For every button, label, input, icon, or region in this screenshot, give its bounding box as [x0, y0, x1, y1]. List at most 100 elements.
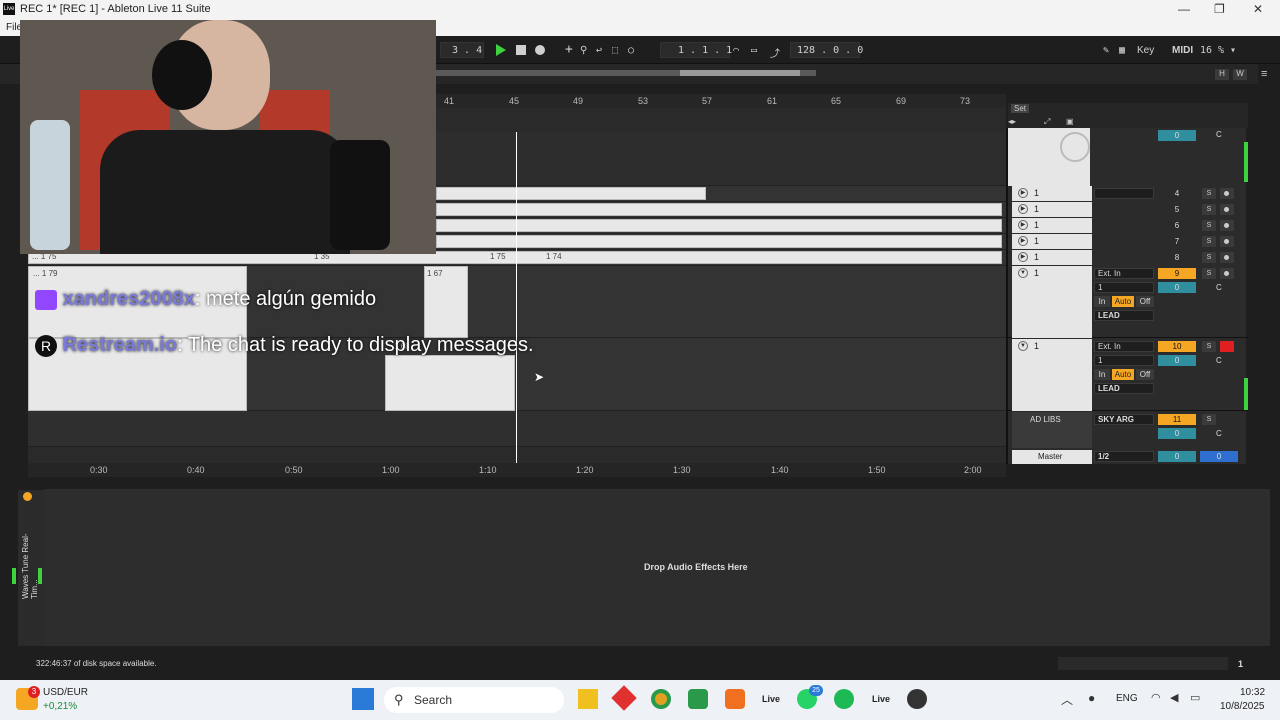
volume-value[interactable]: 0	[1158, 428, 1196, 439]
track-lane-adlibs[interactable]	[28, 411, 1006, 447]
maximize-icon[interactable]: ❐	[1214, 2, 1225, 16]
solo-button[interactable]: S	[1202, 268, 1216, 279]
volume-value[interactable]: 0	[1158, 282, 1196, 293]
track-number[interactable]: 5	[1158, 204, 1196, 215]
arm-button[interactable]	[1220, 204, 1234, 215]
input-selector[interactable]	[1094, 188, 1154, 199]
track-fold-icon[interactable]: ▼	[1018, 268, 1028, 278]
midi-map-button[interactable]: MIDI	[1172, 45, 1193, 56]
track-number[interactable]: 9	[1158, 268, 1196, 279]
search-box[interactable]: ⚲ Search	[384, 687, 564, 713]
track-name[interactable]: AD LIBS	[1012, 412, 1092, 448]
track-name[interactable]: ▶ 1	[1012, 234, 1092, 249]
track-name[interactable]: Master	[1012, 450, 1092, 464]
set-button[interactable]: Set	[1011, 104, 1030, 113]
time-ruler[interactable]: 0:30 0:40 0:50 1:00 1:10 1:20 1:30 1:40 …	[28, 463, 1006, 477]
input-channel-select[interactable]: 1	[1094, 282, 1154, 293]
monitor-auto-button[interactable]: Auto	[1112, 369, 1134, 380]
audio-clip[interactable]: 1 67	[424, 266, 468, 338]
cpu-dropdown-icon[interactable]: ▾	[1230, 45, 1236, 56]
arm-button[interactable]	[1220, 188, 1234, 199]
language-indicator[interactable]: ENG	[1116, 693, 1138, 704]
recording-clip[interactable]: 1 68	[385, 342, 515, 411]
arm-button-active[interactable]	[1220, 341, 1234, 352]
overview-visible-region[interactable]	[680, 70, 800, 76]
track-number[interactable]: 10	[1158, 341, 1196, 352]
app-icon[interactable]	[611, 685, 637, 711]
track-number[interactable]: 11	[1158, 414, 1196, 425]
cue-volume-value[interactable]: 0	[1200, 451, 1238, 462]
volume-value[interactable]: 0	[1158, 130, 1196, 141]
punch-in-icon[interactable]: ▭	[751, 45, 757, 56]
track-header-adlibs[interactable]: AD LIBS SKY ARG 11 S 0 C	[1008, 412, 1248, 448]
clip[interactable]	[436, 187, 706, 200]
volume-icon[interactable]: ◀	[1170, 691, 1178, 704]
input-type-select[interactable]: Ext. In	[1094, 268, 1154, 279]
search-placeholder[interactable]: Search	[414, 693, 452, 707]
playhead[interactable]	[516, 132, 517, 464]
group-track-header[interactable]	[1008, 128, 1090, 186]
scroll-left-icon[interactable]: ◂▸	[1008, 117, 1016, 126]
track-name[interactable]: ▼ 1	[1012, 339, 1092, 411]
monitor-in-button[interactable]: In	[1094, 369, 1110, 380]
device-drop-area[interactable]: Drop Audio Effects Here	[44, 489, 1270, 646]
spotify-icon[interactable]	[834, 689, 854, 709]
output-select[interactable]: 1/2	[1094, 451, 1154, 462]
browser-menu-icon[interactable]: ≡	[1261, 68, 1267, 80]
solo-button[interactable]: S	[1202, 236, 1216, 247]
record-icon[interactable]	[535, 45, 545, 55]
follow-icon[interactable]: ⤴	[770, 45, 780, 60]
track-header-lead-1[interactable]: ▼ 1 Ext. In 1 9 S 0 C In Auto Off LEAD	[1008, 266, 1248, 338]
arm-button[interactable]	[1220, 220, 1234, 231]
clip[interactable]	[436, 235, 1002, 248]
app-icon[interactable]	[688, 689, 708, 709]
track-row[interactable]: ▶ 1 5 S	[1008, 202, 1248, 218]
microphone-icon[interactable]: ●	[1088, 691, 1095, 705]
track-header-lead-2[interactable]: ▼ 1 Ext. In 1 10 S 0 C In Auto Off LEAD	[1008, 339, 1248, 411]
track-number[interactable]: 8	[1158, 252, 1196, 263]
input-type-select[interactable]: Ext. In	[1094, 341, 1154, 352]
metronome-icon[interactable]: ○	[628, 45, 634, 56]
back-to-arrangement-icon[interactable]: ↩	[596, 45, 602, 56]
ableton-live-active-taskbar[interactable]: Live	[872, 694, 890, 704]
solo-button[interactable]: S	[1202, 341, 1216, 352]
draw-mode-icon[interactable]: ⌒	[733, 45, 739, 56]
track-header-master[interactable]: Master 1/2 0 0	[1008, 450, 1248, 464]
arrangement-position[interactable]: 1 . 1 . 1	[678, 45, 732, 56]
close-icon[interactable]: ✕	[1253, 2, 1263, 16]
track-fold-icon[interactable]: ▶	[1018, 220, 1028, 230]
pencil-icon[interactable]: ✎	[1103, 45, 1109, 56]
device-strip[interactable]: Waves Tune Real-Tim...	[12, 490, 44, 646]
pan-value[interactable]: C	[1216, 130, 1222, 139]
track-fold-icon[interactable]: ▼	[1018, 341, 1028, 351]
track-row[interactable]: ▶ 1 8 S	[1008, 250, 1248, 266]
chrome-icon[interactable]	[651, 689, 671, 709]
track-row[interactable]: ▶ 1 4 S	[1008, 186, 1248, 202]
solo-button[interactable]: S	[1202, 204, 1216, 215]
lock-icon[interactable]: ▣	[1066, 117, 1074, 126]
volume-value[interactable]: 0	[1158, 355, 1196, 366]
solo-button[interactable]: S	[1202, 220, 1216, 231]
widget-title[interactable]: USD/EUR	[43, 687, 88, 698]
clip[interactable]	[436, 203, 1002, 216]
keyboard-icon[interactable]: ▦	[1119, 45, 1125, 56]
solo-button[interactable]: S	[1202, 252, 1216, 263]
output-select[interactable]: SKY ARG	[1094, 414, 1154, 425]
windows-start-icon[interactable]	[352, 688, 374, 710]
arm-button[interactable]	[1220, 236, 1234, 247]
expand-icon[interactable]: ⤢	[1044, 117, 1050, 127]
track-fold-icon[interactable]: ▶	[1018, 204, 1028, 214]
track-fold-icon[interactable]: ▶	[1018, 252, 1028, 262]
clock-time[interactable]: 10:32	[1240, 687, 1265, 698]
file-explorer-icon[interactable]	[578, 689, 598, 709]
play-icon[interactable]	[496, 44, 506, 56]
clock-date[interactable]: 10/8/2025	[1220, 701, 1265, 712]
clip[interactable]	[436, 219, 1002, 232]
time-signature[interactable]: 3 . 4	[452, 45, 482, 56]
arm-button[interactable]	[1220, 268, 1234, 279]
track-row[interactable]: ▶ 1 6 S	[1008, 218, 1248, 234]
h-toggle[interactable]: H	[1215, 69, 1229, 80]
monitor-auto-button[interactable]: Auto	[1112, 296, 1134, 307]
link-icon[interactable]: ⚲	[580, 45, 587, 56]
track-name[interactable]: ▶ 1	[1012, 250, 1092, 265]
